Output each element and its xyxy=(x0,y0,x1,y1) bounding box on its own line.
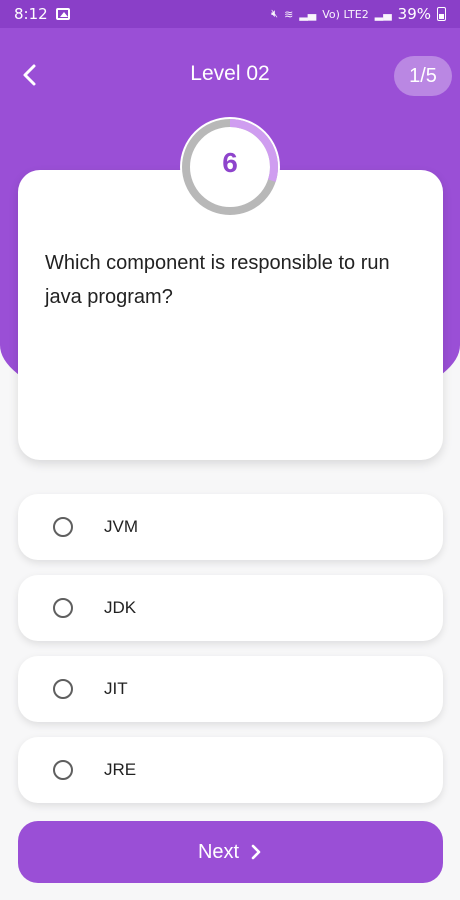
timer-value: 6 xyxy=(222,147,238,178)
option-label: JVM xyxy=(104,517,138,536)
question-text: Which component is responsible to run ja… xyxy=(45,252,390,308)
radio-button[interactable] xyxy=(53,598,73,618)
question-progress-badge: 1/5 xyxy=(394,56,452,96)
radio-button[interactable] xyxy=(53,760,73,780)
option-jit[interactable]: JIT xyxy=(18,656,443,722)
radio-button[interactable] xyxy=(53,517,73,537)
option-jvm[interactable]: JVM xyxy=(18,494,443,560)
top-app-bar: Level 02 1/5 xyxy=(0,50,460,104)
option-jre[interactable]: JRE xyxy=(18,737,443,803)
answer-options: JVM JDK JIT JRE xyxy=(18,494,443,818)
wifi-icon: ≋ xyxy=(284,7,294,21)
next-button[interactable]: Next xyxy=(18,821,443,883)
chevron-right-icon xyxy=(251,844,261,860)
battery-percent: 39% xyxy=(397,5,431,23)
battery-icon xyxy=(437,7,446,21)
option-label: JRE xyxy=(104,760,137,779)
status-bar: 8:12 🔇︎ ≋ ▂▄ Vo) LTE2 ▂▄ 39% xyxy=(0,0,460,28)
radio-button[interactable] xyxy=(53,679,73,699)
option-label: JDK xyxy=(104,598,137,617)
next-button-label: Next xyxy=(197,840,240,863)
mute-icon: 🔇︎ xyxy=(271,7,279,20)
network-label: Vo) LTE2 xyxy=(322,7,369,21)
status-time: 8:12 xyxy=(14,5,48,23)
signal-icon: ▂▄ xyxy=(374,7,392,21)
option-jdk[interactable]: JDK xyxy=(18,575,443,641)
image-icon xyxy=(55,8,70,20)
signal-icon: ▂▄ xyxy=(299,7,317,21)
option-label: JIT xyxy=(104,679,128,698)
countdown-timer: 6 xyxy=(180,117,280,217)
page-title: Level 02 xyxy=(190,62,270,85)
